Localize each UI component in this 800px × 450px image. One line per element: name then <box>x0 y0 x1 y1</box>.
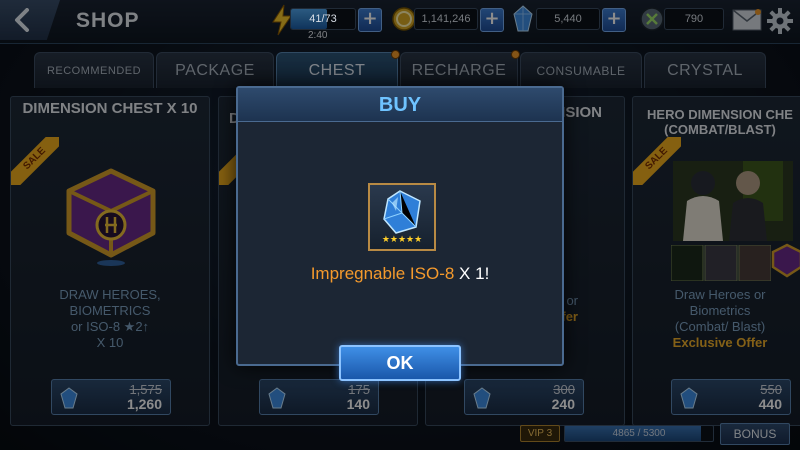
item-quantity: X 1! <box>454 264 490 283</box>
rarity-stars: ★★★★★ <box>381 235 423 245</box>
item-line: Impregnable ISO-8 X 1! <box>238 264 562 284</box>
ok-button[interactable]: OK <box>339 345 461 381</box>
dialog-title: BUY <box>238 88 562 122</box>
item-slot: ★★★★★ <box>368 183 436 251</box>
buy-dialog: BUY ★★★★★ Impregnable ISO-8 X 1! <box>236 86 564 366</box>
energy-value: 41/73 <box>309 13 337 25</box>
item-name: Impregnable ISO-8 <box>310 264 455 283</box>
iso8-crystal-icon <box>383 190 421 234</box>
